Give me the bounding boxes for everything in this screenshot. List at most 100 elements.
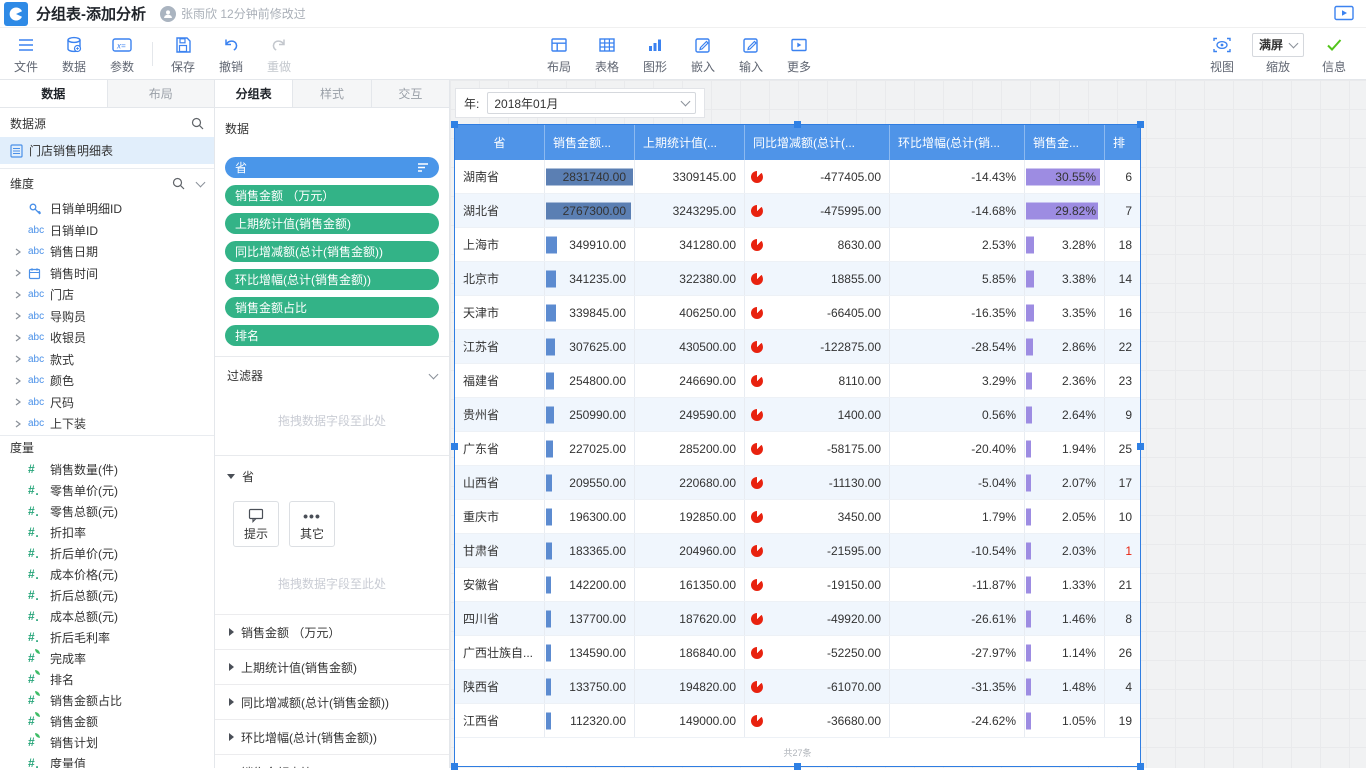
measure-item[interactable]: # 销售数量(件) <box>0 459 214 480</box>
table-row[interactable]: 江西省 112320.00 149000.00 -36680.00 -24.62… <box>455 704 1140 738</box>
dimension-item[interactable]: abc 日销单ID <box>0 220 214 242</box>
resize-handle-bottom-center[interactable] <box>794 763 801 770</box>
expand-chevron-icon[interactable] <box>14 291 28 299</box>
measure-item[interactable]: #. 折后单价(元) <box>0 543 214 564</box>
expand-chevron-icon[interactable] <box>14 334 28 342</box>
field-section-collapsed[interactable]: 销售金额占比 <box>215 754 449 768</box>
more-button[interactable]: 更多 <box>775 33 823 75</box>
expand-chevron-icon[interactable] <box>14 398 28 406</box>
table-row[interactable]: 北京市 341235.00 322380.00 18855.00 5.85% 3… <box>455 262 1140 296</box>
field-section-collapsed[interactable]: 销售金额 （万元） <box>215 614 449 649</box>
table-row[interactable]: 重庆市 196300.00 192850.00 3450.00 1.79% 2.… <box>455 500 1140 534</box>
embed-button[interactable]: 嵌入 <box>679 33 727 75</box>
params-button[interactable]: x= 参数 <box>98 33 146 75</box>
tab-layout[interactable]: 布局 <box>107 80 214 107</box>
tooltip-button[interactable]: 提示 <box>233 501 279 547</box>
measure-item[interactable]: #. 成本总额(元) <box>0 606 214 627</box>
dimension-item[interactable]: abc 上下装 <box>0 413 214 435</box>
measure-pill[interactable]: 环比增幅(总计(销售金额)) <box>225 269 439 290</box>
dimension-item[interactable]: abc 销售日期 <box>0 241 214 263</box>
table-row[interactable]: 湖北省 2767300.00 3243295.00 -475995.00 -14… <box>455 194 1140 228</box>
dimension-item[interactable]: 日销单明细ID <box>0 198 214 220</box>
table-row[interactable]: 湖南省 2831740.00 3309145.00 -477405.00 -14… <box>455 160 1140 194</box>
measure-item[interactable]: #. 零售总额(元) <box>0 501 214 522</box>
table-row[interactable]: 江苏省 307625.00 430500.00 -122875.00 -28.5… <box>455 330 1140 364</box>
measure-item[interactable]: #. 零售单价(元) <box>0 480 214 501</box>
resize-handle-bottom-right[interactable] <box>1137 763 1144 770</box>
table-row[interactable]: 安徽省 142200.00 161350.00 -19150.00 -11.87… <box>455 568 1140 602</box>
resize-handle-top-right[interactable] <box>1137 121 1144 128</box>
dimension-item[interactable]: abc 导购员 <box>0 306 214 328</box>
measure-item[interactable]: #. 折后毛利率 <box>0 627 214 648</box>
field-section-collapsed[interactable]: 同比增减额(总计(销售金额)) <box>215 684 449 719</box>
dimension-item[interactable]: abc 款式 <box>0 349 214 371</box>
measure-item[interactable]: # 销售金额 <box>0 711 214 732</box>
column-header[interactable]: 省 <box>455 125 545 160</box>
measure-item[interactable]: # 销售计划 <box>0 732 214 753</box>
layout-button[interactable]: 布局 <box>535 33 583 75</box>
table-row[interactable]: 四川省 137700.00 187620.00 -49920.00 -26.61… <box>455 602 1140 636</box>
column-header[interactable]: 销售金... <box>1025 125 1105 160</box>
measure-item[interactable]: # 完成率 <box>0 648 214 669</box>
sort-icon[interactable] <box>417 162 429 173</box>
dimension-item[interactable]: abc 收银员 <box>0 327 214 349</box>
chart-button[interactable]: 图形 <box>631 33 679 75</box>
measure-pill[interactable]: 销售金额 （万元） <box>225 185 439 206</box>
column-header[interactable]: 销售金额... <box>545 125 635 160</box>
expand-chevron-icon[interactable] <box>14 377 28 385</box>
measure-item[interactable]: #. 度量值 <box>0 753 214 768</box>
expand-chevron-icon[interactable] <box>14 420 28 428</box>
expand-chevron-icon[interactable] <box>14 355 28 363</box>
field-section-province[interactable]: 省 <box>215 456 449 497</box>
dashboard-canvas[interactable]: 年: 2018年01月 省销售金额... 上期统计值(... 同比增减额(总计(..… <box>450 80 1366 770</box>
tab-grouped-table[interactable]: 分组表 <box>215 80 294 107</box>
dimension-item[interactable]: abc 尺码 <box>0 392 214 414</box>
expand-chevron-icon[interactable] <box>14 269 28 277</box>
chevron-down-icon[interactable] <box>428 369 439 379</box>
field-section-collapsed[interactable]: 环比增幅(总计(销售金额)) <box>215 719 449 754</box>
table-button[interactable]: 表格 <box>583 33 631 75</box>
tab-style[interactable]: 样式 <box>293 80 372 107</box>
search-icon[interactable] <box>172 177 185 190</box>
save-button[interactable]: 保存 <box>159 33 207 75</box>
table-row[interactable]: 福建省 254800.00 246690.00 8110.00 3.29% 2.… <box>455 364 1140 398</box>
column-header[interactable]: 环比增幅(总计(销... <box>890 125 1025 160</box>
measure-pill[interactable]: 同比增减额(总计(销售金额)) <box>225 241 439 262</box>
tab-data[interactable]: 数据 <box>0 80 108 107</box>
grouped-table-widget[interactable]: 省销售金额... 上期统计值(... 同比增减额(总计(... 环比增幅(总计(销..… <box>451 121 1144 770</box>
table-row[interactable]: 贵州省 250990.00 249590.00 1400.00 0.56% 2.… <box>455 398 1140 432</box>
measure-pill[interactable]: 上期统计值(销售金额) <box>225 213 439 234</box>
measure-pill[interactable]: 排名 <box>225 325 439 346</box>
search-icon[interactable] <box>191 117 204 130</box>
resize-handle-top-center[interactable] <box>794 121 801 128</box>
measure-item[interactable]: # 销售金额占比 <box>0 690 214 711</box>
column-header[interactable]: 上期统计值(... <box>635 125 745 160</box>
column-header[interactable]: 同比增减额(总计(... <box>745 125 890 160</box>
dimension-item[interactable]: 销售时间 <box>0 263 214 285</box>
expand-chevron-icon[interactable] <box>14 312 28 320</box>
measure-item[interactable]: # 排名 <box>0 669 214 690</box>
resize-handle-top-left[interactable] <box>451 121 458 128</box>
year-filter-select[interactable]: 2018年01月 <box>487 92 696 114</box>
table-row[interactable]: 天津市 339845.00 406250.00 -66405.00 -16.35… <box>455 296 1140 330</box>
table-row[interactable]: 甘肃省 183365.00 204960.00 -21595.00 -10.54… <box>455 534 1140 568</box>
measure-item[interactable]: #. 折扣率 <box>0 522 214 543</box>
undo-button[interactable]: 撤销 <box>207 33 255 75</box>
measure-pill[interactable]: 销售金额占比 <box>225 297 439 318</box>
chevron-down-icon[interactable] <box>195 177 206 187</box>
data-button[interactable]: 数据 <box>50 33 98 75</box>
datasource-item[interactable]: 门店销售明细表 <box>0 137 214 164</box>
input-button[interactable]: 输入 <box>727 33 775 75</box>
resize-handle-mid-right[interactable] <box>1137 443 1144 450</box>
dimension-pill[interactable]: 省 <box>225 157 439 178</box>
measure-item[interactable]: #. 折后总额(元) <box>0 585 214 606</box>
tab-interaction[interactable]: 交互 <box>371 80 449 107</box>
file-button[interactable]: 文件 <box>2 33 50 75</box>
preview-play-icon[interactable] <box>1334 5 1354 22</box>
field-section-collapsed[interactable]: 上期统计值(销售金额) <box>215 649 449 684</box>
info-button[interactable]: 信息 <box>1310 33 1358 75</box>
table-row[interactable]: 山西省 209550.00 220680.00 -11130.00 -5.04%… <box>455 466 1140 500</box>
column-header[interactable]: 排 <box>1105 125 1140 160</box>
resize-handle-mid-left[interactable] <box>451 443 458 450</box>
resize-handle-bottom-left[interactable] <box>451 763 458 770</box>
